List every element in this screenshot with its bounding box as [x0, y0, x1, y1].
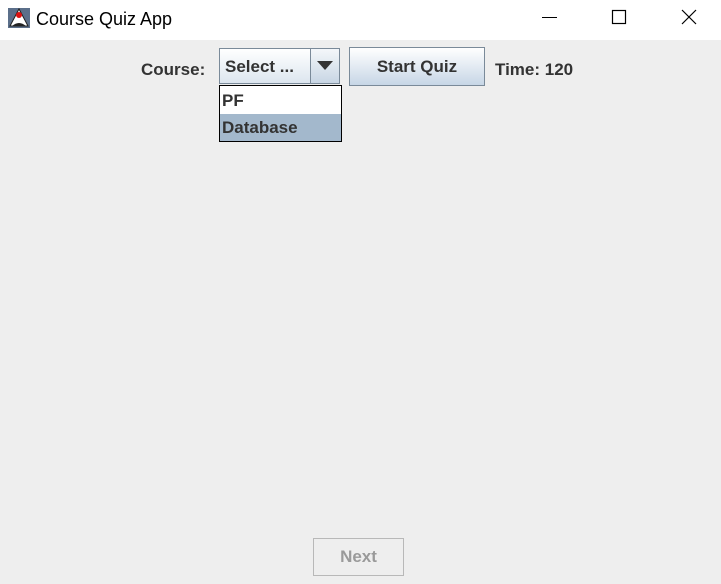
main-panel: Course: Select ... PF Database Start Qui… — [0, 40, 721, 584]
chevron-down-icon — [317, 61, 333, 70]
maximize-button[interactable] — [584, 0, 654, 40]
dropdown-option-database[interactable]: Database — [220, 114, 341, 141]
course-select[interactable]: Select ... — [219, 48, 340, 84]
java-duke-icon — [7, 6, 31, 30]
dropdown-option-pf[interactable]: PF — [220, 87, 341, 114]
course-select-value: Select ... — [225, 57, 294, 76]
maximize-icon — [611, 9, 627, 25]
minimize-icon — [542, 17, 557, 18]
close-icon — [681, 9, 697, 25]
start-quiz-button[interactable]: Start Quiz — [349, 47, 485, 86]
timer-label: Time: 120 — [495, 60, 574, 79]
next-button[interactable]: Next — [313, 538, 404, 576]
course-label: Course: — [141, 60, 206, 79]
window-title: Course Quiz App — [36, 9, 173, 29]
title-bar[interactable]: Course Quiz App — [0, 0, 721, 40]
close-button[interactable] — [654, 0, 721, 40]
course-dropdown-list: PF Database — [219, 85, 342, 142]
minimize-button[interactable] — [514, 0, 584, 40]
course-select-arrow-button[interactable] — [310, 49, 339, 83]
